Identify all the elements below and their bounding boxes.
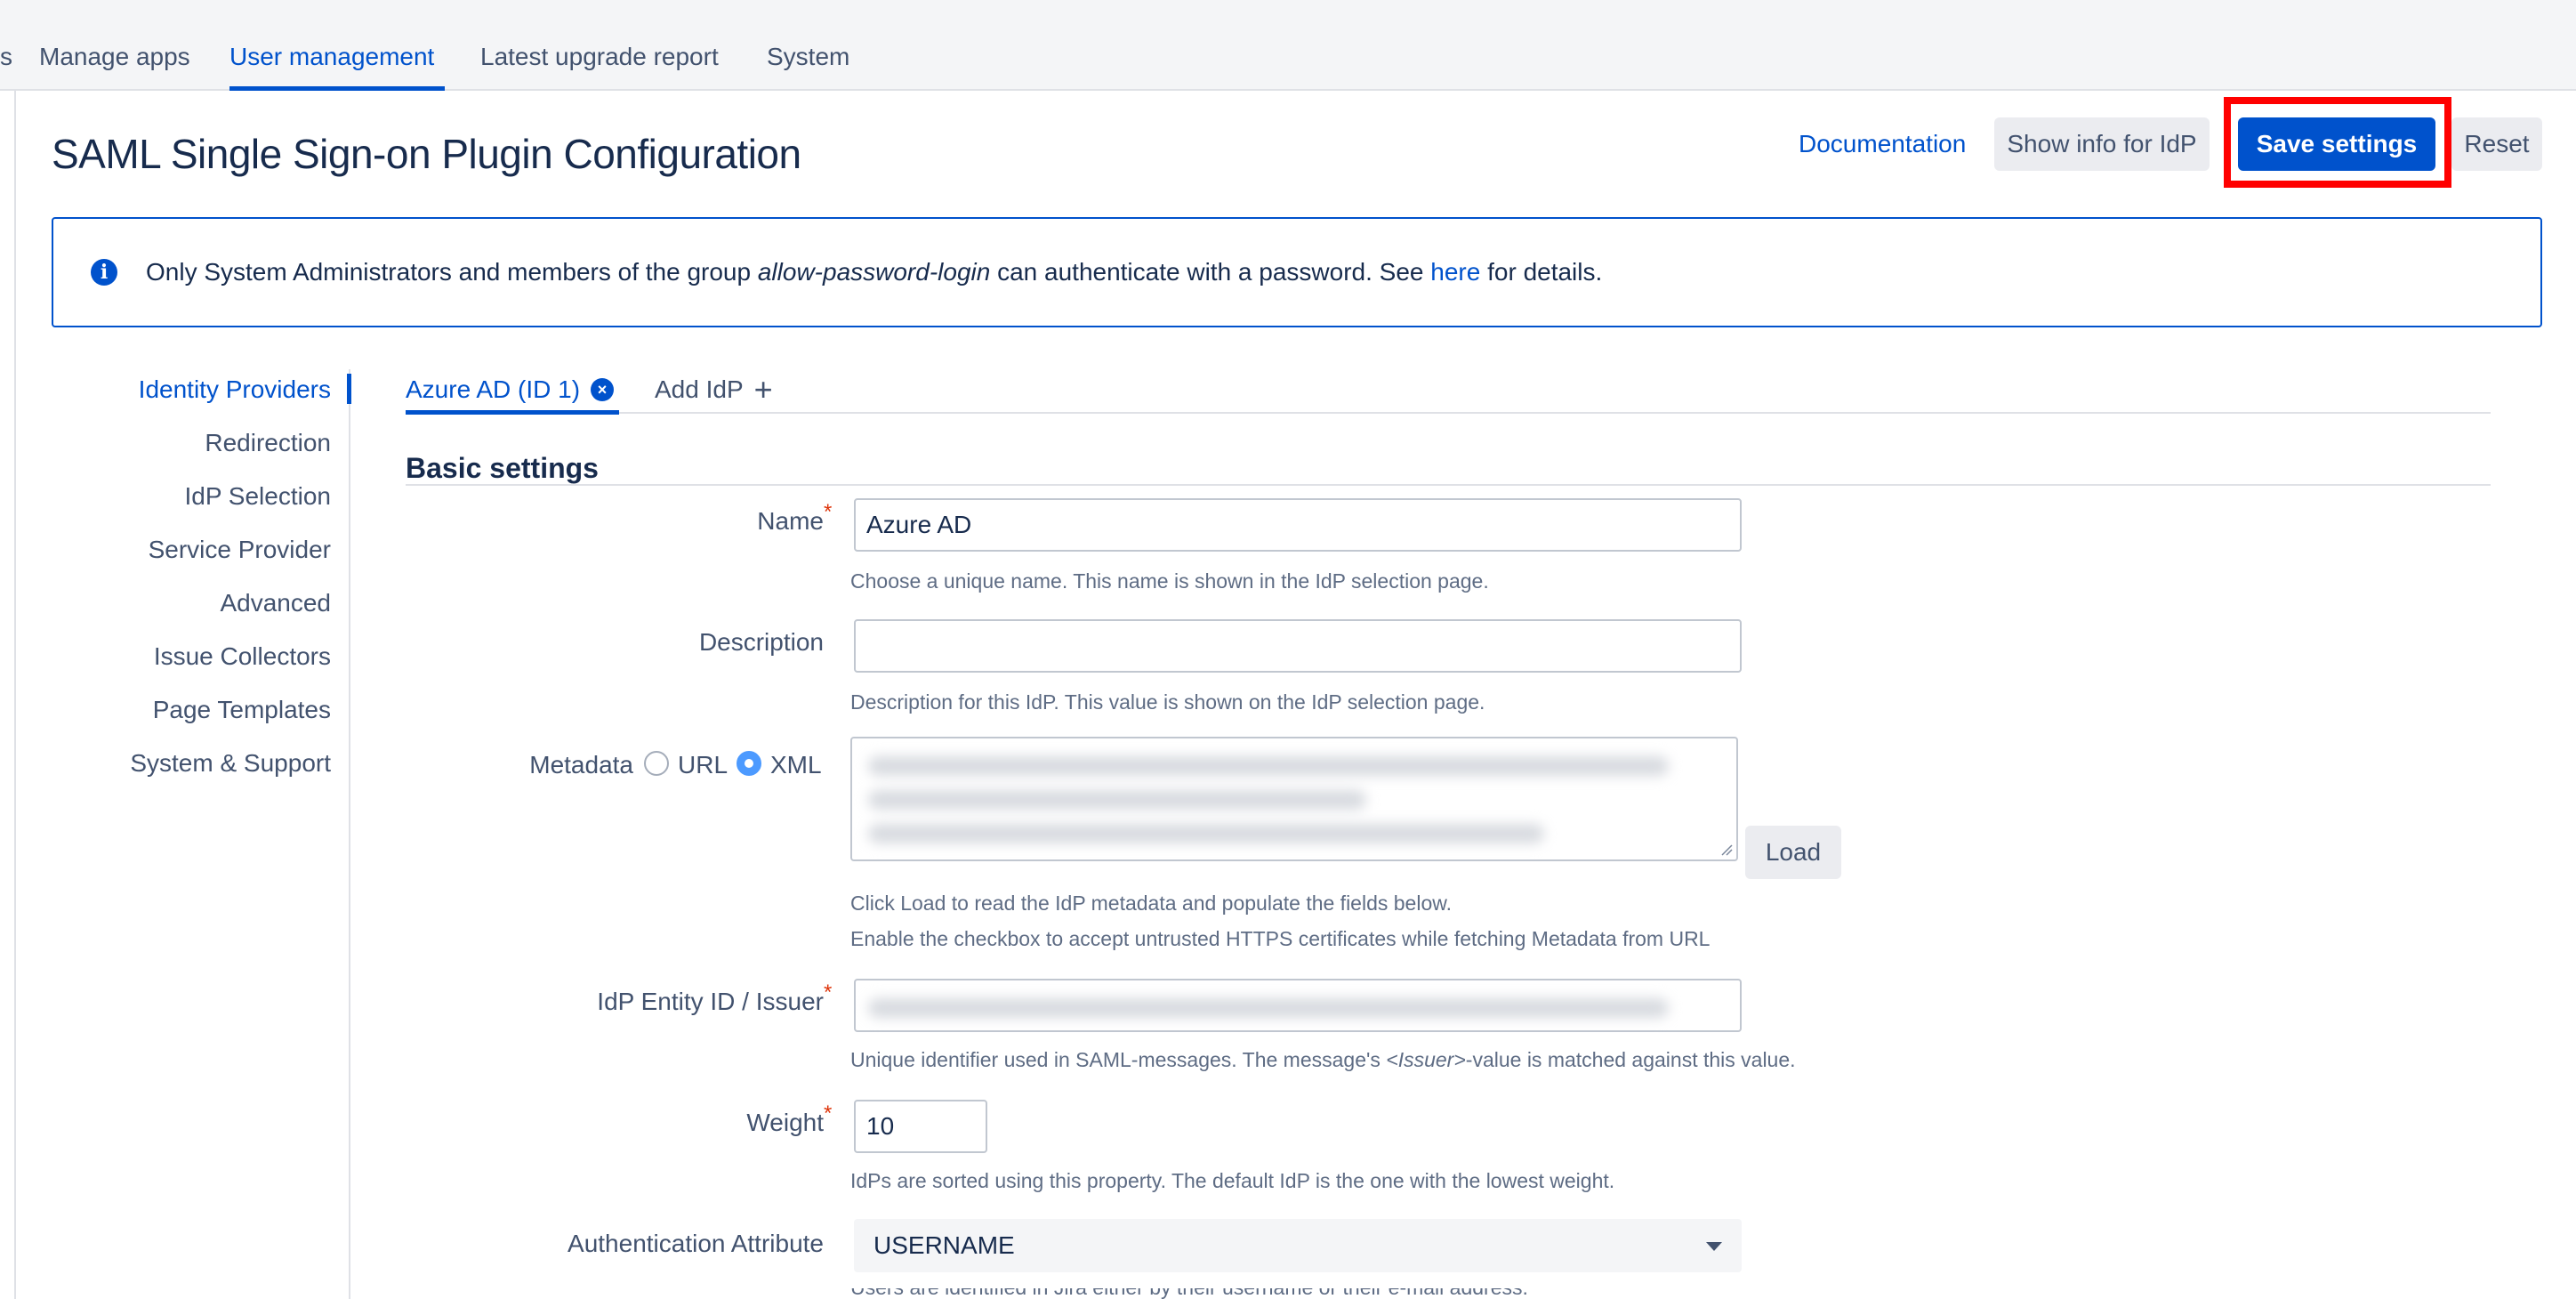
sidebar-item-service-provider[interactable]: Service Provider — [149, 536, 331, 564]
redacted-text — [868, 790, 1366, 810]
sidebar-item-page-templates[interactable]: Page Templates — [153, 696, 331, 724]
tab-idp-azure-ad[interactable]: Azure AD (ID 1) × — [406, 375, 615, 404]
auth-attribute-label: Authentication Attribute — [568, 1230, 824, 1257]
resize-handle-icon[interactable] — [1719, 842, 1733, 856]
tab-manage-apps[interactable]: Manage apps — [39, 43, 190, 71]
description-input[interactable] — [854, 619, 1742, 673]
weight-label: Weight — [746, 1109, 824, 1136]
idp-tab-label: Azure AD (ID 1) — [406, 375, 581, 403]
metadata-help-2: Enable the checkbox to accept untrusted … — [850, 927, 1711, 950]
sidebar-item-issue-collectors[interactable]: Issue Collectors — [154, 642, 331, 671]
sidebar-item-redirection[interactable]: Redirection — [205, 429, 331, 457]
close-icon[interactable]: × — [591, 378, 615, 401]
auth-attribute-help-wrapper: Users are identified in Jira either by t… — [850, 1288, 1651, 1299]
tab-latest-upgrade-report[interactable]: Latest upgrade report — [480, 43, 719, 71]
add-idp-label: Add IdP — [655, 375, 744, 403]
sidebar-item-idp-selection[interactable]: IdP Selection — [185, 482, 332, 511]
documentation-link[interactable]: Documentation — [1799, 130, 1966, 158]
group-name: allow-password-login — [757, 258, 991, 286]
weight-help: IdPs are sorted using this property. The… — [850, 1169, 1615, 1192]
sidebar-item-system-support[interactable]: System & Support — [130, 749, 331, 778]
idp-active-tab-indicator — [406, 410, 619, 415]
section-divider — [406, 484, 2491, 486]
section-title: Basic settings — [406, 452, 599, 484]
redacted-text — [868, 756, 1669, 776]
save-settings-button[interactable]: Save settings — [2238, 117, 2435, 171]
metadata-label: Metadata — [529, 751, 633, 779]
metadata-help-1: Click Load to read the IdP metadata and … — [850, 892, 1452, 915]
idp-tabs-divider — [406, 412, 2491, 414]
metadata-xml-textarea[interactable] — [850, 737, 1738, 861]
name-label: Name — [757, 507, 824, 535]
show-info-button[interactable]: Show info for IdP — [1994, 117, 2210, 171]
name-input[interactable]: Azure AD — [854, 498, 1742, 552]
active-tab-indicator — [229, 86, 445, 91]
left-border — [14, 91, 16, 1299]
required-marker: * — [824, 1101, 833, 1126]
details-link[interactable]: here — [1430, 258, 1480, 286]
required-marker: * — [824, 500, 833, 524]
plus-icon: + — [753, 371, 773, 407]
chevron-down-icon — [1706, 1242, 1722, 1251]
sidenav-border — [349, 369, 350, 1299]
top-navigation: s Manage apps User management Latest upg… — [0, 0, 2576, 91]
add-idp-tab[interactable]: Add IdP + — [655, 371, 773, 407]
issuer-label: IdP Entity ID / Issuer — [597, 988, 824, 1015]
tab-user-management[interactable]: User management — [229, 43, 434, 71]
auth-attribute-select[interactable]: USERNAME — [854, 1219, 1742, 1272]
sidebar-item-advanced[interactable]: Advanced — [220, 589, 331, 617]
tab-system[interactable]: System — [767, 43, 849, 71]
required-marker: * — [824, 980, 833, 1005]
auth-attribute-value: USERNAME — [873, 1231, 1015, 1259]
metadata-xml-label[interactable]: XML — [770, 751, 822, 779]
redacted-text — [868, 998, 1669, 1018]
description-help: Description for this IdP. This value is … — [850, 690, 1485, 714]
metadata-xml-radio[interactable] — [737, 751, 761, 776]
info-icon: i — [91, 259, 117, 286]
metadata-url-label[interactable]: URL — [678, 751, 728, 779]
info-text: Only System Administrators and members o… — [146, 258, 1603, 286]
redacted-text — [868, 824, 1544, 843]
issuer-input[interactable] — [854, 979, 1742, 1032]
page-title: SAML Single Sign-on Plugin Configuration — [52, 131, 801, 177]
load-button[interactable]: Load — [1745, 826, 1841, 879]
weight-input[interactable]: 10 — [854, 1100, 987, 1153]
sidebar-item-identity-providers[interactable]: Identity Providers — [139, 375, 331, 404]
nav-tab-partial[interactable]: s — [0, 43, 12, 71]
auth-attribute-help: Users are identified in Jira either by t… — [850, 1288, 1651, 1299]
info-banner: i Only System Administrators and members… — [52, 217, 2542, 327]
sidenav-active-indicator — [347, 374, 351, 404]
metadata-url-radio[interactable] — [644, 751, 669, 776]
name-help: Choose a unique name. This name is shown… — [850, 569, 1489, 593]
issuer-help: Unique identifier used in SAML-messages.… — [850, 1048, 1796, 1071]
description-label: Description — [698, 628, 824, 656]
reset-button[interactable]: Reset — [2451, 117, 2542, 171]
